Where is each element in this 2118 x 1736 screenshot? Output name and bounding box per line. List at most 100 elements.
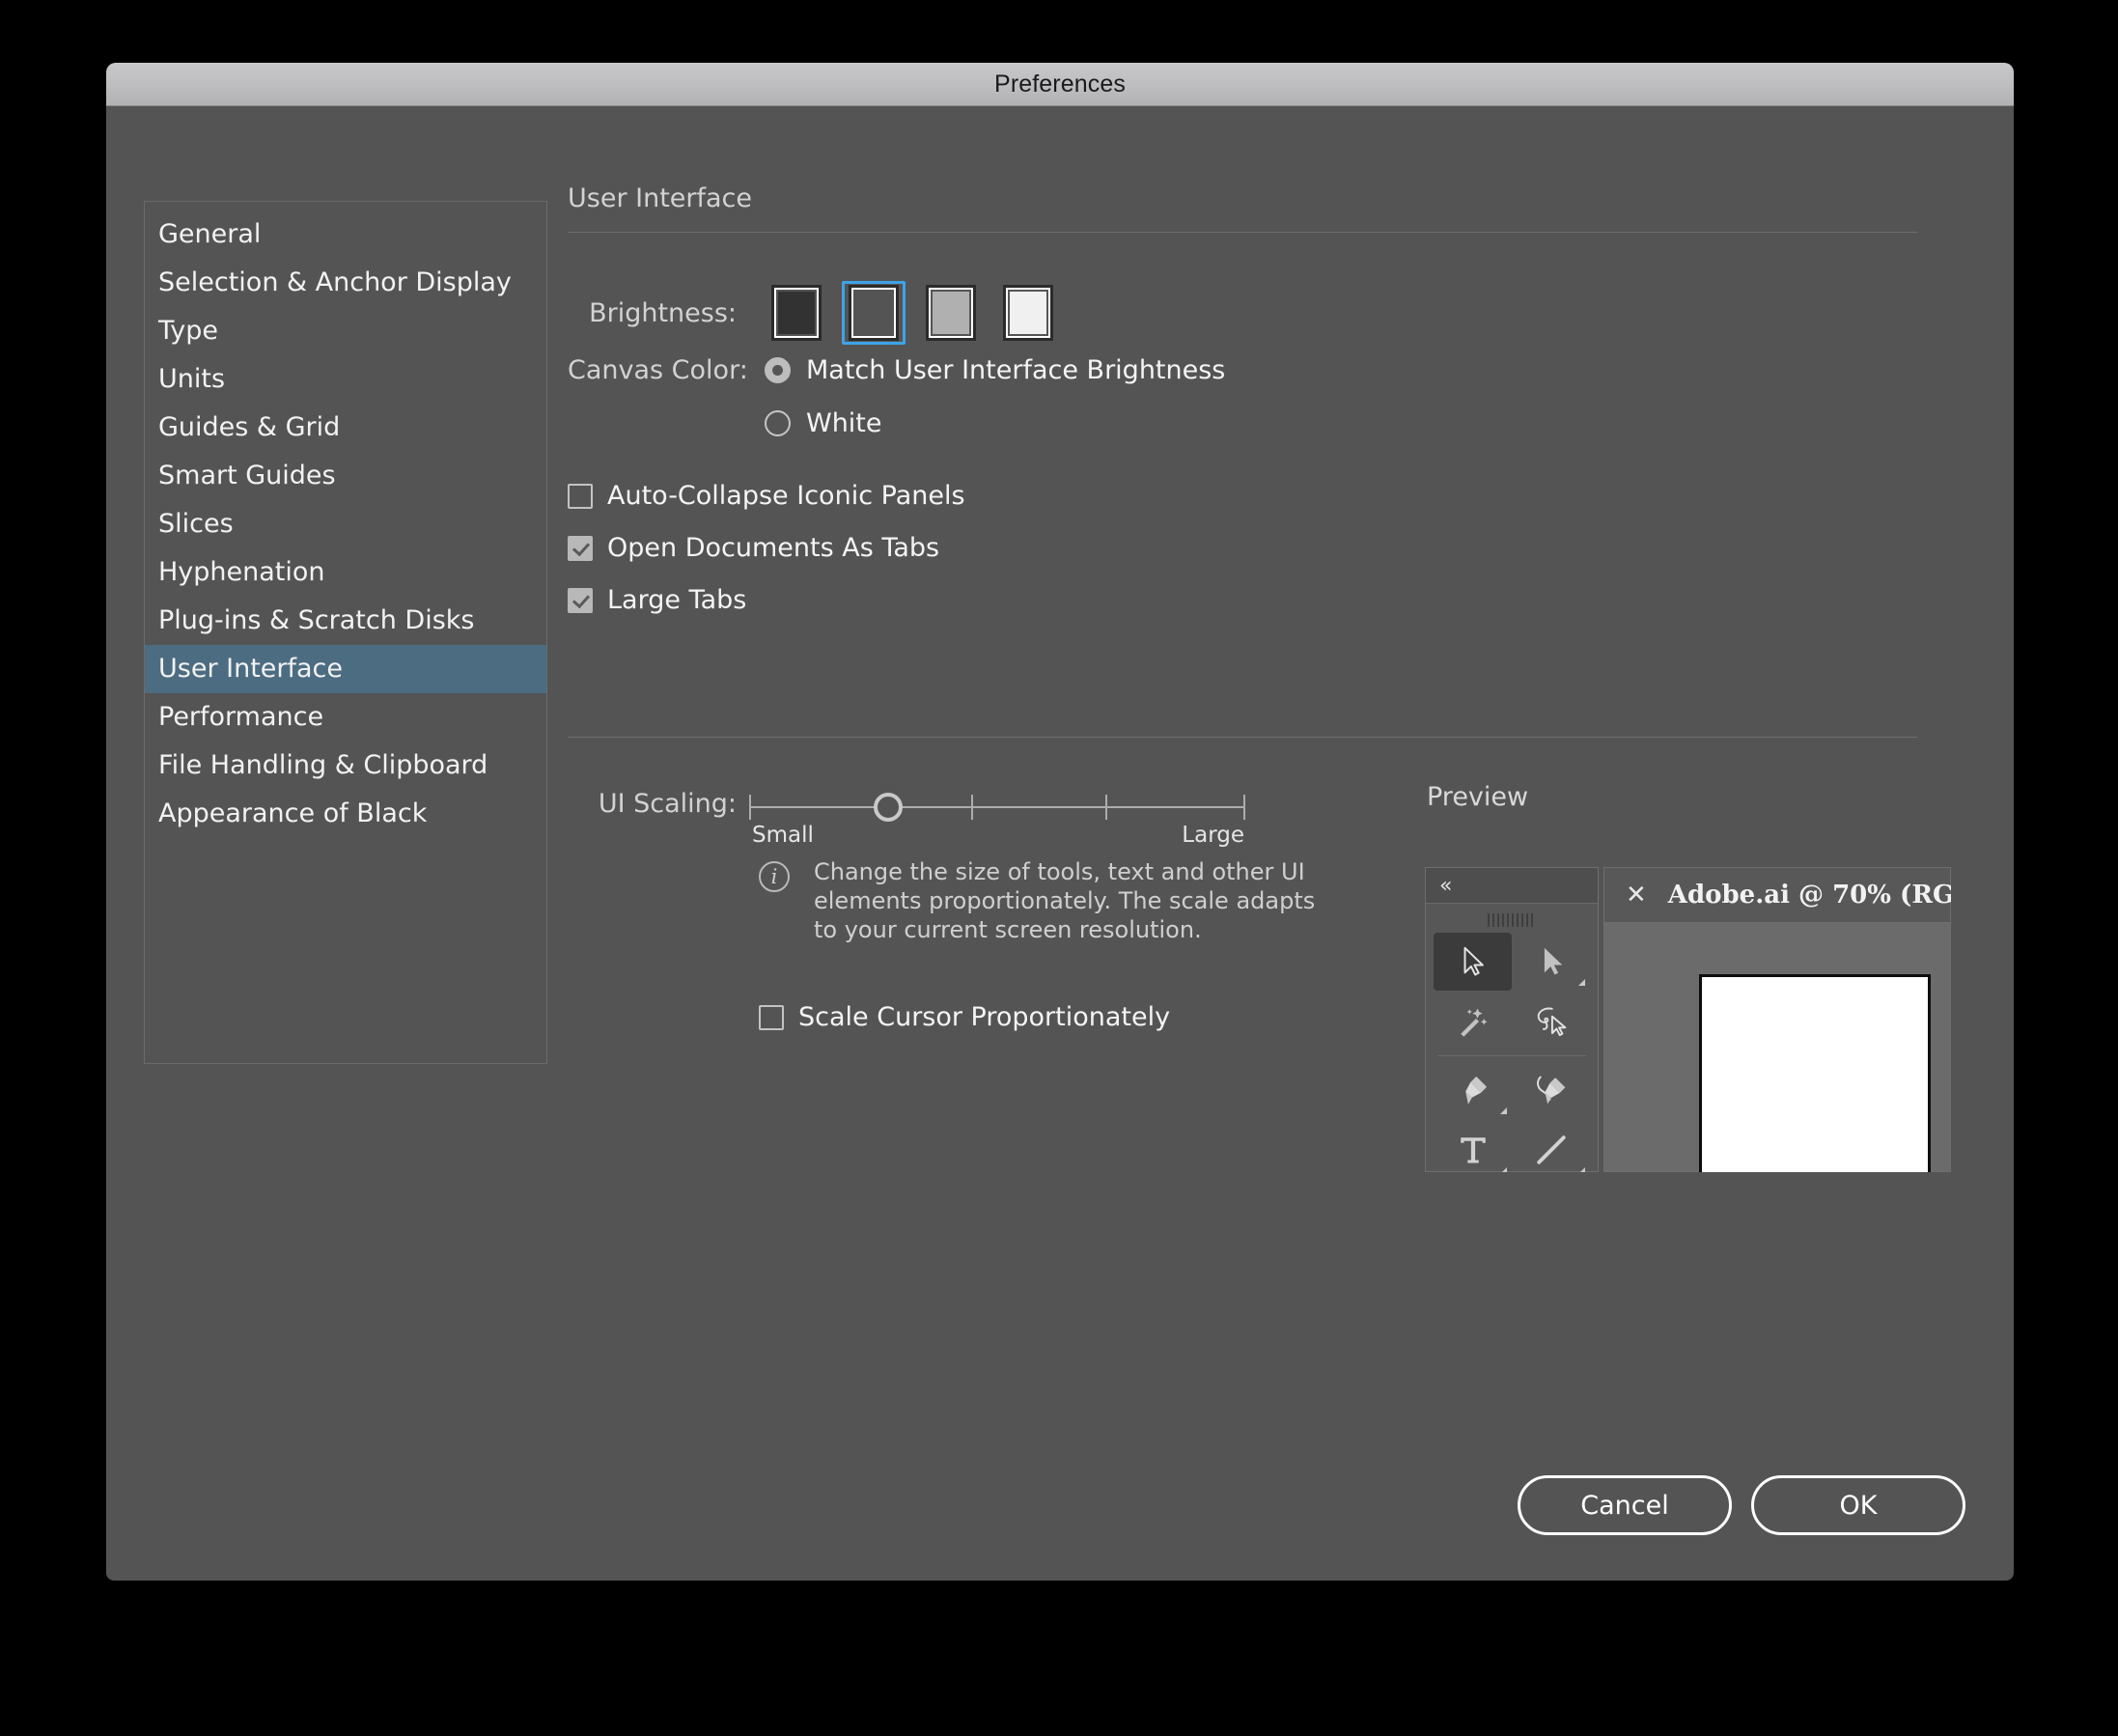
- sidebar-item-plug-ins-scratch-disks[interactable]: Plug-ins & Scratch Disks: [145, 597, 546, 645]
- checkbox-auto-collapse[interactable]: Auto-Collapse Iconic Panels: [568, 481, 965, 511]
- sidebar-item-label: Selection & Anchor Display: [158, 267, 512, 297]
- section-divider-mid: [568, 737, 1917, 738]
- sidebar-item-hyphenation[interactable]: Hyphenation: [145, 548, 546, 597]
- canvas-color-label: Canvas Color:: [568, 355, 737, 385]
- checkbox-large-tabs[interactable]: Large Tabs: [568, 585, 746, 615]
- brightness-swatch-medium-light[interactable]: [919, 281, 983, 345]
- preview-document-tab[interactable]: ✕ Adobe.ai @ 70% (RGB/: [1604, 868, 1950, 923]
- checkbox-large-tabs-box[interactable]: [568, 588, 593, 613]
- cancel-button[interactable]: Cancel: [1518, 1475, 1732, 1535]
- checkbox-auto-collapse-label: Auto-Collapse Iconic Panels: [607, 481, 965, 511]
- brightness-label: Brightness:: [568, 298, 737, 328]
- tool-expand-corner-icon: [1578, 979, 1585, 986]
- slider-handle[interactable]: [874, 793, 903, 822]
- brightness-swatch-preview: [771, 285, 822, 341]
- checkbox-scale-cursor[interactable]: Scale Cursor Proportionately: [759, 1002, 1170, 1032]
- canvas-color-option-1[interactable]: White: [568, 401, 1225, 445]
- dialog-body: General Selection & Anchor Display Type Uni…: [106, 106, 2014, 1581]
- tool-expand-corner-icon: [1500, 1167, 1507, 1172]
- brightness-swatch-preview: [926, 285, 976, 341]
- info-icon: i: [759, 861, 790, 892]
- preview-toolbar: «: [1425, 867, 1599, 1172]
- selection-tool-icon[interactable]: [1434, 933, 1512, 991]
- canvas-color-option-0[interactable]: Canvas Color: Match User Interface Brigh…: [568, 348, 1225, 392]
- sidebar-item-units[interactable]: Units: [145, 355, 546, 404]
- sidebar-item-label: Performance: [158, 702, 323, 732]
- slider-tick-1: [971, 795, 973, 820]
- preview-title: Preview: [1427, 782, 1528, 812]
- checkbox-open-documents-as-tabs[interactable]: Open Documents As Tabs: [568, 533, 939, 563]
- checkbox-open-documents-as-tabs-label: Open Documents As Tabs: [607, 533, 939, 563]
- sidebar-item-label: Plug-ins & Scratch Disks: [158, 605, 475, 635]
- line-segment-tool-icon[interactable]: [1512, 1121, 1590, 1172]
- chevron-double-left-icon: «: [1439, 874, 1450, 898]
- sidebar-item-selection-anchor-display[interactable]: Selection & Anchor Display: [145, 259, 546, 307]
- settings-pane: User Interface Brightness: Canvas Color:…: [568, 106, 2014, 1581]
- slider-track[interactable]: [750, 806, 1244, 808]
- sidebar-item-user-interface[interactable]: User Interface: [145, 645, 546, 693]
- sidebar-item-file-handling-clipboard[interactable]: File Handling & Clipboard: [145, 742, 546, 790]
- ui-scaling-slider[interactable]: Small Large: [750, 782, 1244, 848]
- checkbox-scale-cursor-box[interactable]: [759, 1005, 784, 1030]
- ui-scaling-info: i Change the size of tools, text and oth…: [759, 857, 1338, 944]
- page-title: User Interface: [568, 183, 752, 213]
- ui-scaling-row: UI Scaling: Small Large: [568, 782, 1244, 848]
- toolbar-separator: [1437, 1055, 1586, 1056]
- sidebar-item-label: Slices: [158, 509, 234, 539]
- brightness-swatch-dark[interactable]: [765, 281, 828, 345]
- preview-tool-grid: [1426, 927, 1598, 1172]
- sidebar-item-performance[interactable]: Performance: [145, 693, 546, 742]
- preferences-dialog: Preferences General Selection & Anchor Di…: [106, 63, 2014, 1581]
- sidebar-item-label: Units: [158, 364, 225, 394]
- lasso-tool-icon[interactable]: [1512, 993, 1590, 1050]
- preview-document-window: ✕ Adobe.ai @ 70% (RGB/: [1603, 867, 1951, 1172]
- sidebar-item-label: Type: [158, 316, 218, 346]
- canvas-color-option-1-label: White: [806, 408, 882, 438]
- close-icon[interactable]: ✕: [1626, 881, 1647, 910]
- radio-white[interactable]: [765, 410, 791, 436]
- canvas-color-row: Canvas Color: Match User Interface Brigh…: [568, 348, 1225, 454]
- tool-expand-corner-icon: [1500, 1107, 1507, 1114]
- sidebar-item-smart-guides[interactable]: Smart Guides: [145, 452, 546, 500]
- curvature-tool-icon[interactable]: [1512, 1061, 1590, 1119]
- preview-panel: «: [1425, 867, 1951, 1172]
- brightness-swatch-medium-dark[interactable]: [842, 281, 906, 345]
- sidebar-item-type[interactable]: Type: [145, 307, 546, 355]
- slider-label-large: Large: [1182, 823, 1244, 848]
- dialog-titlebar: Preferences: [106, 63, 2014, 106]
- brightness-swatch-preview: [1003, 285, 1053, 341]
- slider-tick-3: [1243, 795, 1245, 820]
- checkbox-open-documents-as-tabs-box[interactable]: [568, 536, 593, 561]
- sidebar-item-label: Guides & Grid: [158, 412, 340, 442]
- preview-toolbar-collapse[interactable]: «: [1426, 868, 1598, 904]
- tool-expand-corner-icon: [1578, 1167, 1585, 1172]
- direct-selection-tool-icon[interactable]: [1512, 933, 1590, 991]
- sidebar-item-label: General: [158, 219, 261, 249]
- brightness-swatch-light[interactable]: [996, 281, 1060, 345]
- slider-tick-2: [1105, 795, 1107, 820]
- sidebar-item-label: File Handling & Clipboard: [158, 750, 488, 780]
- checkbox-auto-collapse-box[interactable]: [568, 484, 593, 509]
- dialog-footer: Cancel OK: [1498, 1475, 1965, 1535]
- section-divider-top: [568, 232, 1917, 233]
- sidebar-item-guides-grid[interactable]: Guides & Grid: [145, 404, 546, 452]
- preview-document-tab-title: Adobe.ai @ 70% (RGB/: [1668, 881, 1951, 910]
- preview-artboard: [1699, 974, 1931, 1172]
- sidebar-item-label: Smart Guides: [158, 461, 336, 490]
- sidebar-item-general[interactable]: General: [145, 210, 546, 259]
- sidebar-item-slices[interactable]: Slices: [145, 500, 546, 548]
- pen-tool-icon[interactable]: [1434, 1061, 1512, 1119]
- brightness-swatch-preview: [849, 285, 899, 341]
- sidebar-item-label: Appearance of Black: [158, 798, 427, 828]
- brightness-swatch-group[interactable]: [765, 281, 1073, 345]
- preferences-category-list[interactable]: General Selection & Anchor Display Type Uni…: [144, 201, 547, 1064]
- ui-scaling-info-text: Change the size of tools, text and other…: [814, 857, 1338, 944]
- type-tool-icon[interactable]: [1434, 1121, 1512, 1172]
- ui-scaling-label: UI Scaling:: [568, 782, 737, 826]
- radio-match-brightness[interactable]: [765, 357, 791, 383]
- slider-tick-0: [749, 795, 751, 820]
- magic-wand-tool-icon[interactable]: [1434, 993, 1512, 1050]
- brightness-row: Brightness:: [568, 281, 1073, 345]
- sidebar-item-appearance-of-black[interactable]: Appearance of Black: [145, 790, 546, 838]
- ok-button[interactable]: OK: [1751, 1475, 1965, 1535]
